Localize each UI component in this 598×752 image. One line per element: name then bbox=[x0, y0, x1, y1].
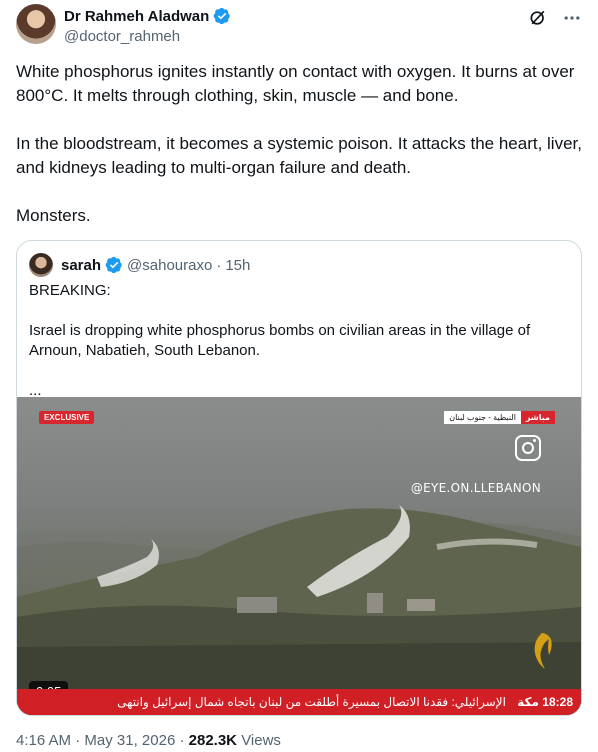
tweet-paragraph: White phosphorus ignites instantly on co… bbox=[16, 62, 575, 105]
video-player[interactable]: EXCLUSIVE النبطية - جنوب لبنان مباشر @EY… bbox=[17, 397, 581, 715]
quoted-author-handle[interactable]: @sahouraxo bbox=[127, 257, 212, 274]
author-avatar[interactable] bbox=[16, 4, 56, 44]
live-label: مباشر bbox=[520, 411, 555, 424]
author-display-name[interactable]: Dr Rahmeh Aladwan bbox=[64, 8, 209, 25]
views-label: Views bbox=[241, 732, 281, 749]
video-frame bbox=[17, 505, 581, 715]
verified-badge-icon bbox=[213, 7, 231, 25]
instagram-icon bbox=[515, 435, 541, 461]
quoted-timestamp[interactable]: 15h bbox=[225, 257, 250, 274]
tweet-paragraph: Monsters. bbox=[16, 206, 91, 225]
post-time[interactable]: 4:16 AM bbox=[16, 732, 71, 749]
location-label: النبطية - جنوب لبنان bbox=[444, 411, 521, 424]
author-name-row: Dr Rahmeh Aladwan bbox=[64, 7, 231, 25]
tweet-footer: 4:16 AM · May 31, 2026 · 282.3K Views bbox=[16, 732, 281, 749]
post-date[interactable]: May 31, 2026 bbox=[84, 732, 175, 749]
ticker-text: الإسرائيلي: فقدنا الاتصال بمسيرة أطلقت م… bbox=[117, 695, 506, 709]
more-icon[interactable] bbox=[562, 8, 582, 28]
quoted-author-avatar[interactable] bbox=[29, 253, 53, 277]
quoted-tweet-body: BREAKING: Israel is dropping white phosp… bbox=[29, 281, 569, 401]
exclusive-badge: EXCLUSIVE bbox=[39, 411, 95, 424]
tweet-header: Dr Rahmeh Aladwan @doctor_rahmeh bbox=[16, 4, 582, 48]
tweet-top-actions bbox=[528, 8, 582, 28]
quoted-tweet-header: sarah @sahouraxo · 15h bbox=[29, 253, 250, 277]
tweet-paragraph: In the bloodstream, it becomes a systemi… bbox=[16, 134, 582, 177]
live-location-badge: النبطية - جنوب لبنان مباشر bbox=[444, 411, 555, 424]
ticker-time: 18:28 مكة bbox=[517, 695, 573, 709]
quoted-author-display-name[interactable]: sarah bbox=[61, 257, 101, 274]
news-ticker: 18:28 مكة الإسرائيلي: فقدنا الاتصال بمسي… bbox=[17, 689, 581, 715]
verified-badge-icon bbox=[105, 256, 123, 274]
quoted-paragraph: Israel is dropping white phosphorus bomb… bbox=[29, 322, 531, 359]
quoted-paragraph: BREAKING: bbox=[29, 282, 111, 299]
quoted-tweet[interactable]: sarah @sahouraxo · 15h BREAKING: Israel … bbox=[16, 240, 582, 716]
al-jazeera-logo bbox=[525, 629, 559, 673]
author-handle[interactable]: @doctor_rahmeh bbox=[64, 28, 180, 45]
views-count: 282.3K bbox=[188, 732, 238, 749]
video-watermark: @EYE.ON.LLEBANON bbox=[410, 481, 541, 495]
grok-icon[interactable] bbox=[528, 8, 548, 28]
separator-dot: · bbox=[75, 732, 81, 749]
tweet-body: White phosphorus ignites instantly on co… bbox=[16, 60, 582, 252]
separator-dot: · bbox=[216, 256, 222, 274]
separator-dot: · bbox=[179, 732, 185, 749]
